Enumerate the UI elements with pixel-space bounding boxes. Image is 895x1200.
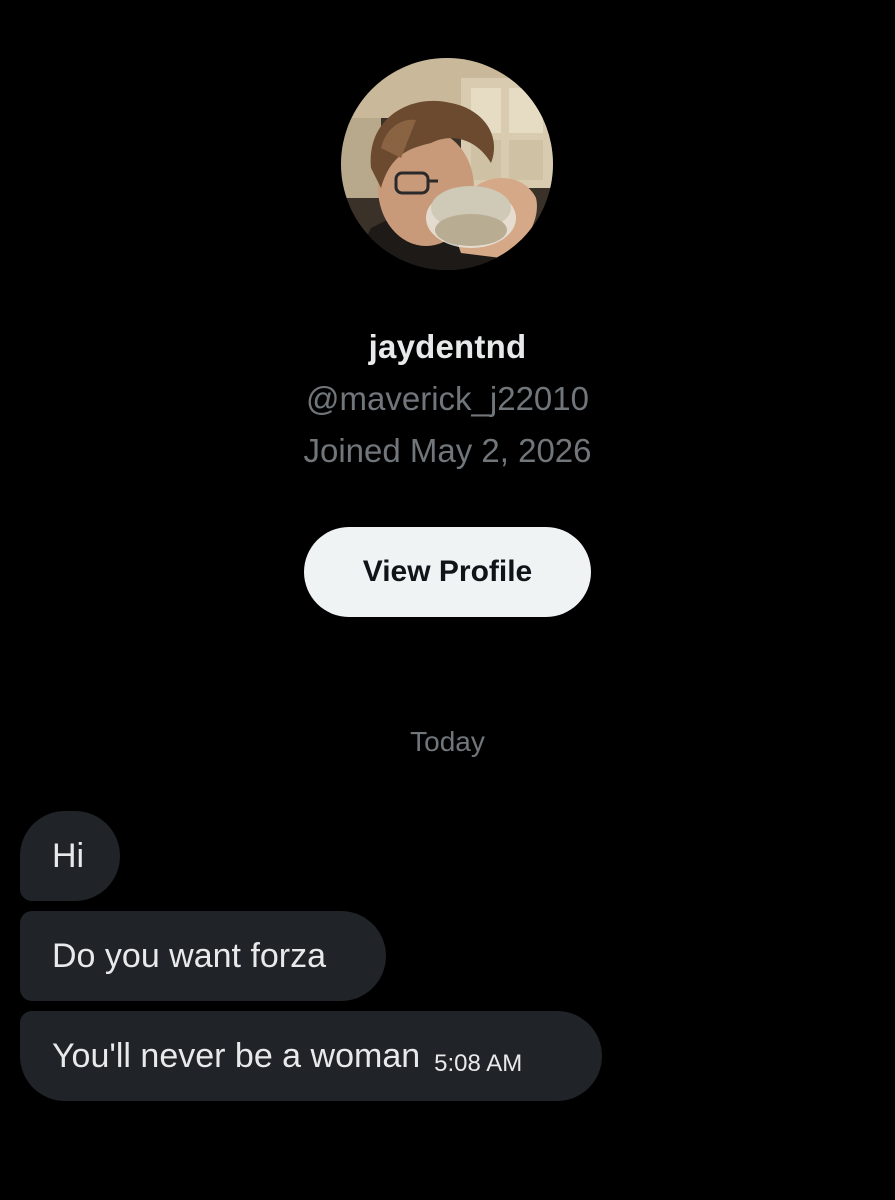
message-text: Do you want forza: [52, 936, 327, 975]
date-separator: Today: [410, 726, 485, 757]
user-handle: @maverick_j22010: [306, 380, 589, 417]
profile-avatar[interactable]: [341, 58, 553, 270]
display-name: jaydentnd: [368, 328, 527, 365]
message-bubble[interactable]: Hi: [20, 811, 120, 901]
joined-date: Joined May 2, 2026: [303, 432, 592, 469]
message-bubble[interactable]: Do you want forza: [20, 911, 386, 1001]
avatar-photo: [341, 58, 553, 270]
view-profile-button[interactable]: View Profile: [304, 527, 591, 617]
message-text: You'll never be a woman: [52, 1036, 421, 1075]
dm-conversation-screen: jaydentnd @maverick_j22010 Joined May 2,…: [0, 0, 895, 1200]
message-bubble[interactable]: You'll never be a woman 5:08 AM: [20, 1011, 602, 1101]
message-text: Hi: [52, 836, 85, 875]
message-timestamp: 5:08 AM: [434, 1050, 523, 1077]
